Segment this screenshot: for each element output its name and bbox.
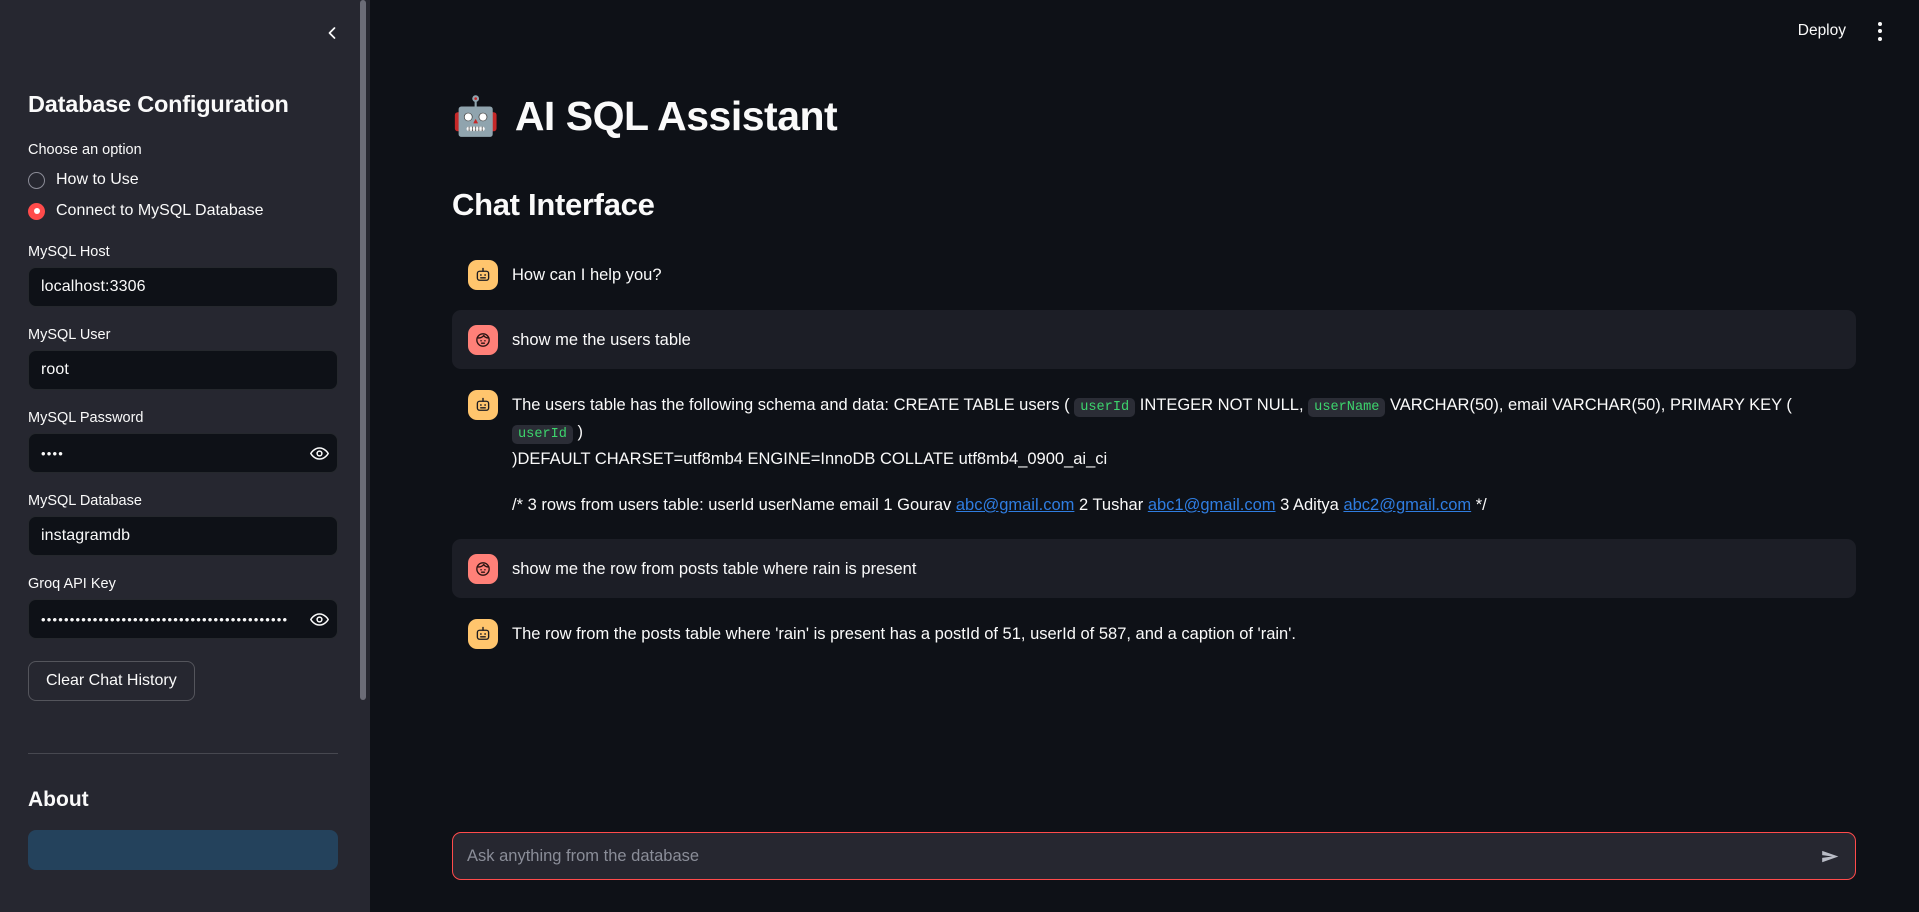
message-paragraph: show me the users table [512, 331, 691, 350]
option-radio-group: How to Use Connect to MySQL Database [28, 167, 342, 224]
user-face-glyph-icon [476, 561, 490, 576]
mysql-host-field[interactable] [28, 267, 338, 308]
chat-message-assistant: How can I help you? [452, 245, 1856, 304]
sidebar-scrollbar[interactable] [360, 0, 366, 700]
message-text-fragment: )DEFAULT CHARSET=utf8mb4 ENGINE=InnoDB C… [512, 450, 1108, 469]
radio-option-connect-mysql[interactable]: Connect to MySQL Database [28, 198, 342, 224]
sidebar-divider [28, 753, 338, 755]
mysql-password-label: MySQL Password [28, 410, 144, 427]
user-face-icon [468, 325, 498, 356]
groq-api-key-field[interactable] [28, 599, 338, 640]
chat-message-list: How can I help you? show me the users tab… [452, 245, 1856, 662]
sidebar-collapse-button[interactable] [316, 17, 348, 49]
chat-message-assistant: The users table has the following schema… [452, 375, 1856, 532]
chat-input[interactable] [457, 833, 1813, 879]
clear-chat-history-button[interactable]: Clear Chat History [28, 661, 195, 702]
mysql-password-input[interactable] [29, 434, 301, 473]
user-face-glyph-icon [476, 333, 490, 347]
mysql-host-label: MySQL Host [28, 244, 110, 261]
inline-code: userId [512, 425, 573, 445]
main-area: Deploy 🤖 AI SQL Assistant Chat Interface… [370, 0, 1919, 912]
sidebar-header [0, 0, 370, 66]
about-heading: About [28, 788, 89, 812]
chat-message-user: show me the users table [452, 310, 1856, 370]
mysql-password-field[interactable] [28, 433, 338, 474]
message-text-fragment: ) [577, 423, 584, 442]
robot-icon: 🤖 [452, 95, 499, 138]
message-text-fragment: 2 Tushar [1079, 495, 1144, 514]
mysql-database-input[interactable] [29, 517, 337, 556]
chat-message-text: How can I help you? [512, 259, 1840, 289]
mysql-database-field[interactable] [28, 516, 338, 557]
radio-indicator-selected [28, 202, 45, 220]
kebab-menu-icon[interactable] [1863, 14, 1897, 48]
send-message-button[interactable] [1813, 839, 1847, 873]
groq-api-key-input[interactable] [29, 600, 301, 639]
message-paragraph: The row from the posts table where 'rain… [512, 624, 1296, 643]
groq-api-key-label: Groq API Key [28, 576, 116, 593]
robot-icon [468, 260, 498, 291]
mysql-host-input[interactable] [29, 268, 337, 307]
chat-message-text: The row from the posts table where 'rain… [512, 618, 1840, 648]
radio-option-how-to-use[interactable]: How to Use [28, 167, 342, 193]
message-text-fragment: 3 Aditya [1280, 495, 1339, 514]
inline-code: userName [1308, 398, 1386, 418]
message-paragraph: The users table has the following schema… [512, 392, 1840, 473]
message-text-fragment: */ [1475, 495, 1487, 514]
deploy-button[interactable]: Deploy [1787, 15, 1857, 47]
mysql-user-label: MySQL User [28, 327, 111, 344]
robot-icon [468, 390, 498, 421]
chat-message-text: show me the users table [512, 324, 1840, 354]
kebab-dot [1878, 29, 1882, 33]
app-title-row: 🤖 AI SQL Assistant [452, 93, 1856, 139]
top-toolbar: Deploy [370, 0, 1919, 62]
sidebar-title: Database Configuration [28, 91, 289, 117]
sidebar-content: Database Configuration Choose an option … [0, 90, 370, 871]
user-face-icon [468, 553, 498, 584]
main-content: 🤖 AI SQL Assistant Chat Interface How ca… [370, 0, 1919, 912]
robot-glyph-icon [476, 267, 490, 282]
send-arrow-icon [1821, 850, 1838, 862]
chat-message-user: show me the row from posts table where r… [452, 538, 1856, 598]
robot-icon [468, 618, 498, 649]
page-title: AI SQL Assistant [514, 93, 838, 139]
robot-glyph-icon [476, 626, 490, 640]
chat-input-bar[interactable] [452, 832, 1856, 880]
mysql-user-input[interactable] [29, 351, 337, 390]
email-link[interactable]: abc2@gmail.com [1343, 496, 1471, 514]
chat-message-text: show me the row from posts table where r… [512, 553, 1840, 583]
email-link[interactable]: abc@gmail.com [956, 496, 1075, 514]
kebab-dot [1878, 21, 1882, 26]
toggle-api-key-visibility-button[interactable] [301, 600, 337, 638]
message-text-fragment: /* 3 rows from users table: userId userN… [512, 495, 952, 514]
mysql-user-field[interactable] [28, 350, 338, 391]
robot-glyph-icon [476, 397, 490, 412]
radio-dot [33, 208, 40, 215]
email-link[interactable]: abc1@gmail.com [1148, 496, 1276, 514]
about-info-box [28, 830, 338, 871]
message-text-fragment: VARCHAR(50), email VARCHAR(50), PRIMARY … [1390, 396, 1792, 415]
content-container: 🤖 AI SQL Assistant Chat Interface How ca… [452, 93, 1856, 663]
radio-option-label: How to Use [56, 171, 139, 189]
chat-message-assistant: The row from the posts table where 'rain… [452, 604, 1856, 663]
sidebar: Database Configuration Choose an option … [0, 0, 370, 912]
eye-icon [309, 447, 329, 460]
toggle-password-visibility-button[interactable] [301, 434, 337, 472]
chevron-left-icon [328, 27, 336, 39]
radio-indicator [28, 171, 45, 189]
message-text-fragment: The users table has the following schema… [512, 396, 1070, 415]
chat-message-text: The users table has the following schema… [512, 389, 1840, 518]
message-text-fragment: INTEGER NOT NULL, [1139, 396, 1304, 415]
message-paragraph: How can I help you? [512, 266, 662, 285]
message-paragraph: show me the row from posts table where r… [512, 559, 917, 578]
kebab-dot [1878, 36, 1882, 41]
mysql-database-label: MySQL Database [28, 493, 142, 510]
radio-option-label: Connect to MySQL Database [56, 202, 264, 220]
choose-option-label: Choose an option [28, 142, 142, 159]
inline-code: userId [1074, 398, 1136, 418]
message-paragraph: /* 3 rows from users table: userId userN… [512, 492, 1840, 519]
chat-interface-heading: Chat Interface [452, 187, 655, 223]
eye-icon [309, 613, 329, 626]
